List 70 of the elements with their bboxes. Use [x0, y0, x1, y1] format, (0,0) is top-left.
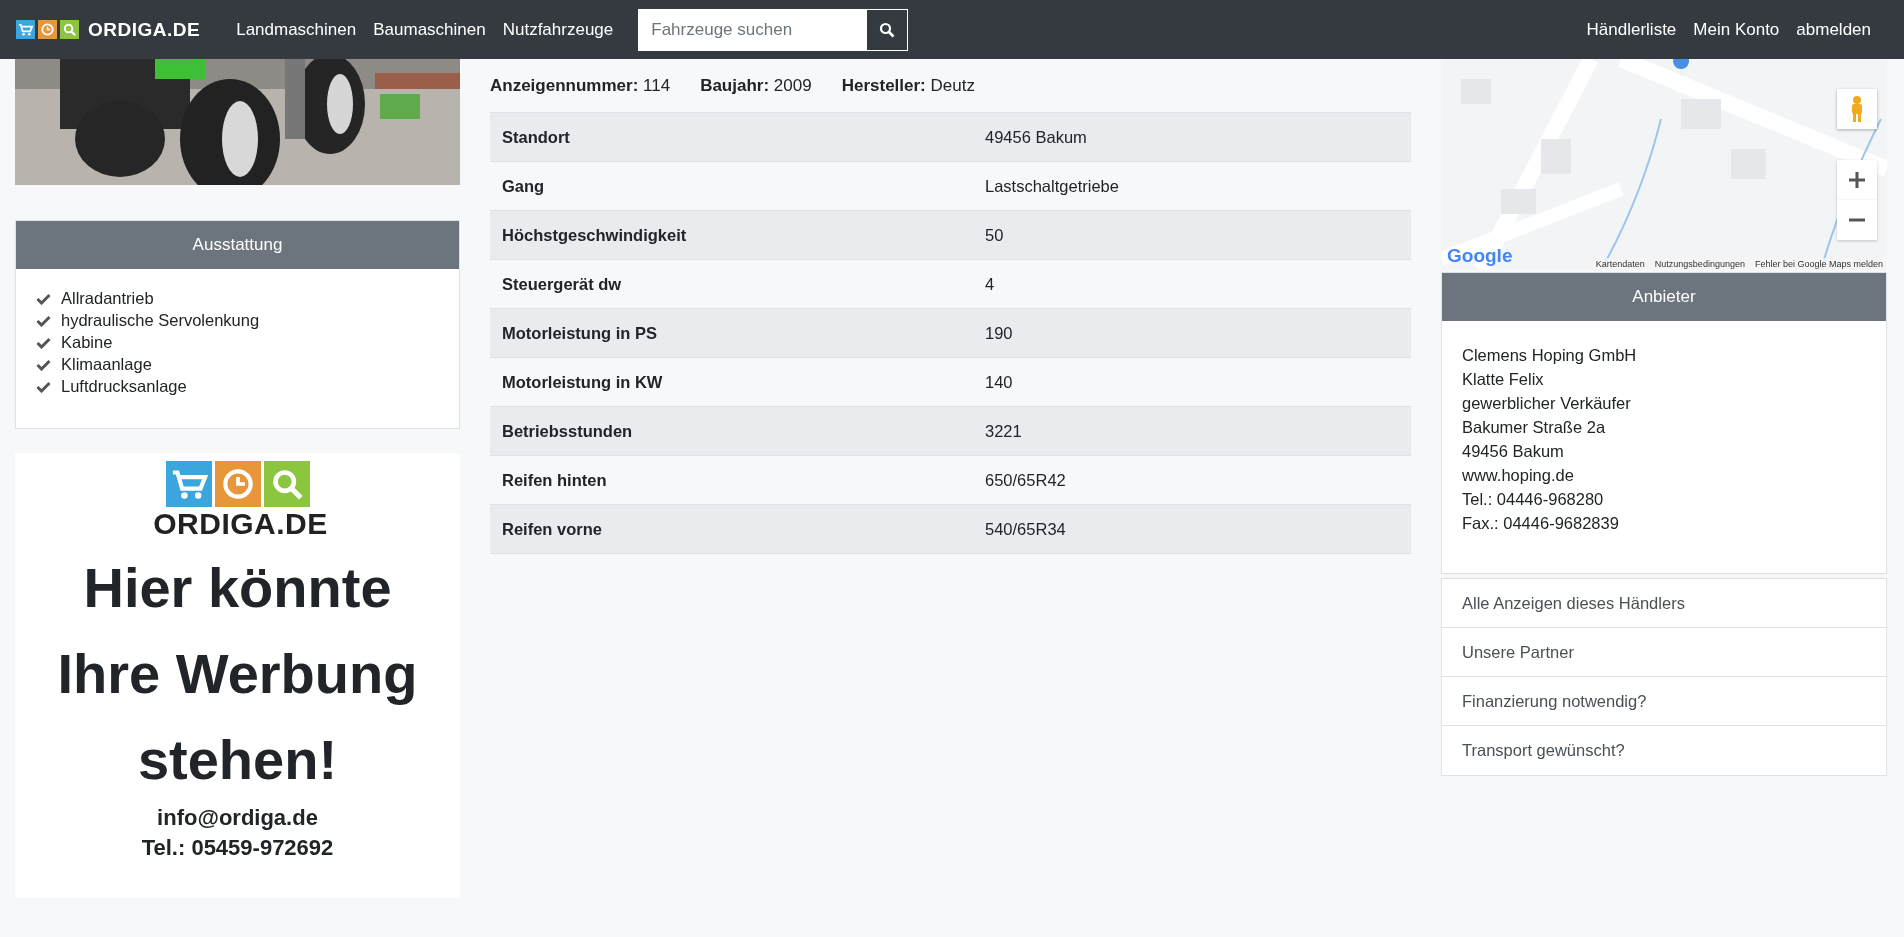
dealer-info-line: Klatte Felix [1462, 369, 1545, 390]
plus-icon [1848, 171, 1866, 189]
person-icon [1849, 95, 1865, 123]
dealer-info-line: Clemens Hoping GmbH [1462, 345, 1638, 366]
dealer-info-line: gewerblicher Verkäufer [1462, 393, 1632, 414]
dealer-link[interactable]: Transport gewünscht? [1442, 726, 1886, 775]
map-logo: Google [1447, 245, 1513, 267]
spec-label: Standort [501, 127, 571, 147]
nav-link[interactable]: Nutzfahrzeuge [502, 19, 614, 40]
spec-value: 50 [984, 225, 1005, 245]
nav-link[interactable]: Landmaschinen [236, 19, 357, 40]
check-icon [36, 336, 51, 349]
check-icon [36, 380, 51, 393]
spec-label: Motorleistung in PS [501, 323, 658, 343]
spec-label: Steuergerät dw [501, 274, 623, 294]
spec-label: Höchstgeschwindigkeit [501, 225, 688, 245]
dealer-info-line: 49456 Bakum [1462, 441, 1565, 462]
dealer-link[interactable]: Alle Anzeigen dieses Händlers [1442, 579, 1886, 628]
spec-value: Lastschaltgetriebe [984, 176, 1120, 196]
site-logo-text[interactable]: ORDIGA.DE [88, 18, 201, 41]
magnifier-icon [60, 20, 79, 39]
check-icon [36, 292, 51, 305]
dealer-link[interactable]: Unsere Partner [1442, 628, 1886, 677]
equipment-item: hydraulische Servolenkung [61, 311, 260, 330]
spec-value: 4 [984, 274, 996, 294]
zoom-in-button[interactable] [1837, 160, 1877, 200]
dealer-info-line: Fax.: 04446-9682839 [1462, 513, 1620, 534]
map-footer-link[interactable]: Kartendaten [1595, 259, 1645, 269]
spec-label: Reifen vorne [501, 519, 603, 539]
clock-icon [38, 20, 57, 39]
ad-headline: Hier könnte Ihre Werbung stehen! [56, 555, 419, 793]
cart-icon [16, 20, 35, 39]
spec-label: Motorleistung in KW [501, 372, 664, 392]
spec-value: 49456 Bakum [984, 127, 1088, 147]
card-header: Ausstattung [16, 221, 459, 269]
dealer-info-line: Tel.: 04446-968280 [1462, 489, 1605, 510]
cart-icon [165, 461, 212, 507]
equipment-item: Klimaanlage [61, 355, 152, 374]
spec-value: 540/65R34 [984, 519, 1067, 539]
spec-value: 3221 [984, 421, 1023, 441]
nav-link[interactable]: abmelden [1796, 19, 1871, 40]
spec-label: Reifen hinten [501, 470, 608, 490]
spec-label: Gang [501, 176, 546, 196]
clock-icon [214, 461, 261, 507]
meta-info: Hersteller: Deutz [841, 75, 975, 96]
dealer-info-line: www.hoping.de [1462, 465, 1575, 486]
map-footer-link[interactable]: Fehler bei Google Maps melden [1754, 259, 1883, 269]
magnifier-icon [263, 461, 310, 507]
check-icon [36, 314, 51, 327]
nav-link[interactable]: Baumaschinen [373, 19, 486, 40]
map-footer-link[interactable]: Nutzungsbedingungen [1654, 259, 1745, 269]
ad-logo-text: ORDIGA.DE [153, 507, 328, 541]
meta-info: Anzeigennummer: 114 [490, 75, 671, 96]
equipment-item: Allradantrieb [61, 289, 154, 308]
spec-value: 140 [984, 372, 1014, 392]
check-icon [36, 358, 51, 371]
spec-label: Betriebsstunden [501, 421, 634, 441]
spec-value: 190 [984, 323, 1014, 343]
nav-link[interactable]: Händlerliste [1586, 19, 1677, 40]
meta-info: Baujahr: 2009 [700, 75, 812, 96]
ad-email: info@ordiga.de [157, 804, 318, 832]
nav-link[interactable]: Mein Konto [1693, 19, 1780, 40]
equipment-item: Luftdrucksanlage [61, 377, 187, 396]
dealer-link[interactable]: Finanzierung notwendig? [1442, 677, 1886, 726]
spec-value: 650/65R42 [984, 470, 1067, 490]
equipment-item: Kabine [61, 333, 113, 352]
ad-phone: Tel.: 05459-972692 [141, 834, 334, 862]
card-header: Anbieter [1442, 273, 1886, 321]
minus-icon [1848, 218, 1866, 222]
dealer-info-line: Bakumer Straße 2a [1462, 417, 1607, 438]
